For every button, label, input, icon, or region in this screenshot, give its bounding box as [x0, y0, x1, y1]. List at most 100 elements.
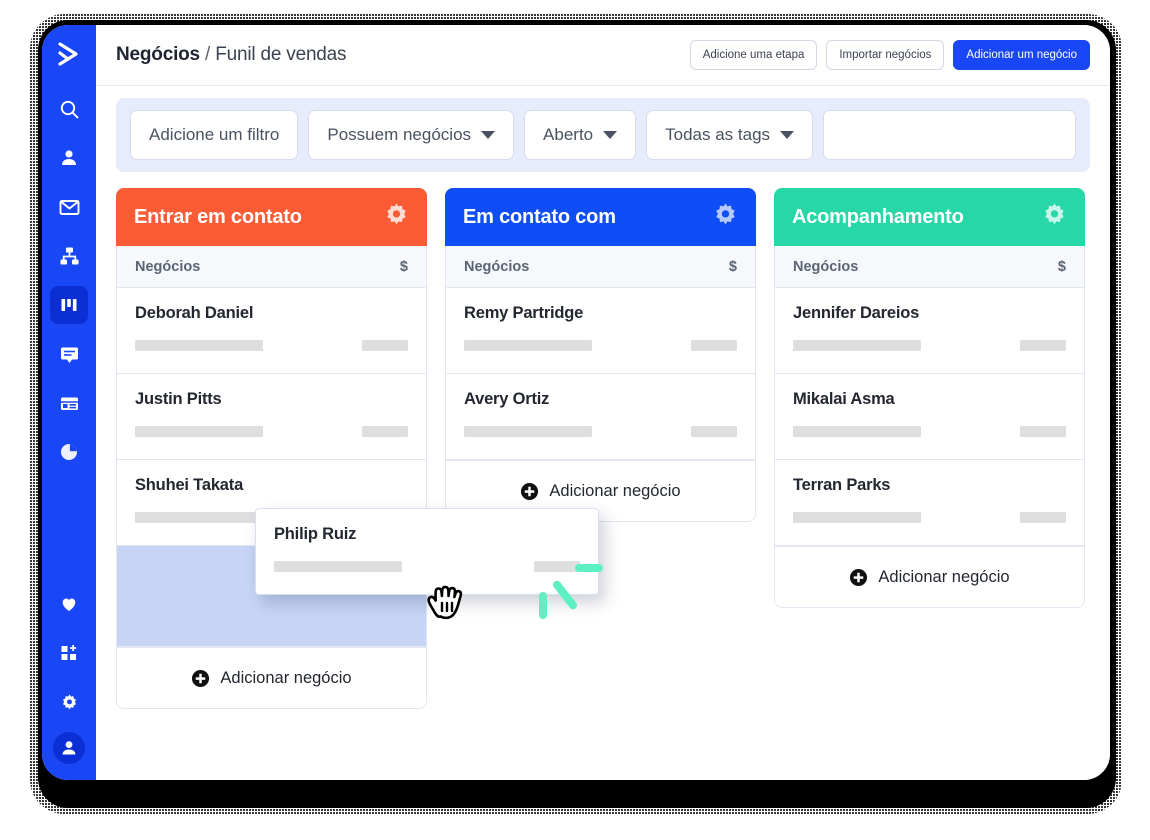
add-deal-label: Adicionar negócio [549, 481, 681, 500]
plus-circle-icon [521, 482, 539, 500]
placeholder-bar [793, 340, 921, 351]
add-filter-label: Adicione um filtro [149, 125, 280, 144]
filter-bar: Adicione um filtro Possuem negócios Aber… [116, 98, 1090, 172]
sidebar-item-settings[interactable] [50, 683, 88, 721]
mail-icon [59, 199, 79, 215]
tags-dropdown[interactable]: Todas as tags [646, 110, 814, 160]
sidebar-item-campaigns[interactable] [50, 188, 88, 226]
automation-flow-icon [60, 247, 78, 264]
add-deal-button[interactable]: Adicionar um negócio [953, 40, 1090, 70]
filter-bar-wrapper: Adicione um filtro Possuem negócios Aber… [96, 86, 1110, 172]
column-body: Remy Partridge Avery Ortiz Adicionar neg… [445, 288, 756, 522]
search-box[interactable] [823, 110, 1076, 160]
deal-card[interactable]: Jennifer Dareios [775, 288, 1084, 374]
add-deal-label: Adicionar negócio [220, 668, 352, 687]
add-filter-button[interactable]: Adicione um filtro [130, 110, 299, 160]
deal-card[interactable]: Justin Pitts [117, 374, 426, 460]
chevron-down-icon [481, 131, 496, 139]
placeholder-amount [1020, 512, 1066, 523]
deal-card[interactable]: Terran Parks [775, 460, 1084, 546]
sidebar-item-website[interactable] [50, 384, 88, 422]
deal-meta [274, 561, 580, 572]
deal-card[interactable]: Mikalai Asma [775, 374, 1084, 460]
import-deals-button[interactable]: Importar negócios [826, 40, 945, 70]
kanban-column-em-contato-com: Em contato com Negócios $ Remy Partridge… [445, 188, 756, 780]
sidebar-item-favorites[interactable] [50, 585, 88, 623]
placeholder-amount [691, 340, 737, 351]
placeholder-amount [1020, 340, 1066, 351]
deal-name: Deborah Daniel [135, 304, 254, 322]
sidebar-item-reports[interactable] [50, 433, 88, 471]
kanban-board: Entrar em contato Negócios $ Deborah Dan… [96, 172, 1110, 780]
chat-bubble-icon [60, 347, 78, 363]
page-title: Funil de vendas [215, 44, 347, 65]
sidebar-item-contacts[interactable] [50, 139, 88, 177]
topbar-actions: Adicione uma etapa Importar negócios Adi… [689, 40, 1090, 70]
column-title: Entrar em contato [134, 205, 302, 228]
placeholder-bar [274, 561, 402, 572]
sidebar-item-account[interactable] [53, 732, 85, 764]
breadcrumb-primary[interactable]: Negócios [116, 44, 200, 65]
website-window-icon [60, 397, 78, 410]
placeholder-amount [362, 426, 408, 437]
money-label: $ [728, 258, 737, 275]
money-label: $ [1057, 258, 1066, 275]
placeholder-bar [135, 340, 263, 351]
activecampaign-logo-icon[interactable] [54, 39, 84, 74]
gear-icon[interactable] [1042, 202, 1067, 232]
column-subheader: Negócios $ [774, 246, 1085, 288]
plus-circle-icon [192, 669, 210, 687]
sidebar-item-apps[interactable] [50, 634, 88, 672]
plus-circle-icon [850, 568, 868, 586]
search-input[interactable] [852, 125, 1064, 145]
chevron-down-icon [780, 131, 795, 139]
column-header[interactable]: Em contato com [445, 188, 756, 246]
column-title: Acompanhamento [792, 205, 964, 228]
deal-name: Justin Pitts [135, 390, 222, 408]
pie-chart-icon [61, 444, 77, 460]
deal-name: Avery Ortiz [464, 390, 550, 408]
deals-label: Negócios [793, 258, 859, 275]
sidebar-item-conversations[interactable] [50, 335, 88, 373]
column-body: Deborah Daniel Justin Pitts Shuhei Takat… [116, 288, 427, 709]
deal-name: Mikalai Asma [793, 390, 895, 408]
placeholder-amount [362, 340, 408, 351]
deal-card[interactable]: Avery Ortiz [446, 374, 755, 460]
deal-meta [135, 340, 408, 351]
gear-icon[interactable] [384, 202, 409, 232]
deal-name: Shuhei Takata [135, 476, 244, 494]
sidebar-item-automations[interactable] [50, 237, 88, 275]
breadcrumb-separator: / [205, 44, 211, 65]
placeholder-bar [135, 512, 263, 523]
column-subheader: Negócios $ [445, 246, 756, 288]
deal-name: Jennifer Dareios [793, 304, 920, 322]
kanban-column-acompanhamento: Acompanhamento Negócios $ Jennifer Darei… [774, 188, 1085, 780]
placeholder-amount [534, 561, 580, 572]
app-window: Negócios / Funil de vendas Adicione uma … [42, 25, 1110, 780]
grabbing-hand-cursor [420, 580, 472, 637]
add-deal-row[interactable]: Adicionar negócio [117, 647, 426, 708]
deal-meta [793, 340, 1066, 351]
deal-card[interactable]: Deborah Daniel [117, 288, 426, 374]
gear-icon[interactable] [713, 202, 738, 232]
status-dropdown[interactable]: Aberto [524, 110, 637, 160]
deal-name: Remy Partridge [464, 304, 584, 322]
placeholder-amount [691, 426, 737, 437]
tags-label: Todas as tags [665, 125, 771, 144]
column-header[interactable]: Acompanhamento [774, 188, 1085, 246]
kanban-column-entrar-em-contato: Entrar em contato Negócios $ Deborah Dan… [116, 188, 427, 780]
motion-mark-vertical [539, 592, 547, 619]
sidebar-item-search[interactable] [50, 90, 88, 128]
deals-label: Negócios [464, 258, 530, 275]
placeholder-bar [135, 426, 263, 437]
kanban-board-icon [61, 299, 77, 311]
user-avatar-icon [62, 741, 76, 755]
add-stage-button[interactable]: Adicione uma etapa [689, 40, 818, 70]
column-header[interactable]: Entrar em contato [116, 188, 427, 246]
breadcrumb: Negócios / Funil de vendas [116, 44, 347, 66]
deal-card[interactable]: Remy Partridge [446, 288, 755, 374]
column-title: Em contato com [463, 205, 616, 228]
has-deals-dropdown[interactable]: Possuem negócios [308, 110, 515, 160]
add-deal-row[interactable]: Adicionar negócio [775, 546, 1084, 607]
sidebar-item-deals[interactable] [50, 286, 88, 324]
